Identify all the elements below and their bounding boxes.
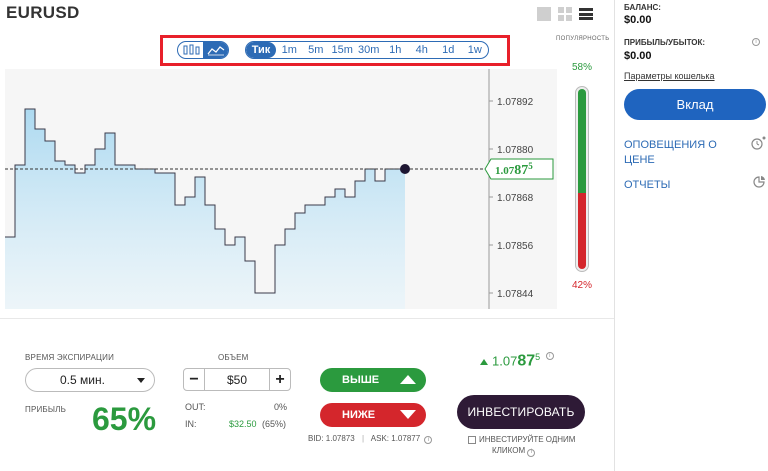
- timeframe-1m[interactable]: 1m: [276, 42, 303, 58]
- ask-value: ASK: 1.07877: [370, 434, 421, 443]
- bid-value: BID: 1.07873: [308, 434, 355, 443]
- timeframe-1d[interactable]: 1d: [435, 42, 462, 58]
- price-area: [5, 109, 405, 309]
- current-price: 1.07875 i: [480, 352, 554, 370]
- bid-ask-info-icon[interactable]: i: [424, 436, 433, 444]
- amount-input[interactable]: $50: [205, 368, 269, 391]
- amount-stepper: − $50 +: [183, 368, 291, 391]
- price-chart[interactable]: 1.07892 1.07880 1.07868 1.07856 1.07844 1.078…: [5, 69, 557, 309]
- out-label: OUT:: [185, 402, 206, 412]
- bid-ask-separator: |: [361, 434, 365, 443]
- y-tick-label: 1.07844: [497, 289, 534, 300]
- pie-chart-icon[interactable]: [752, 175, 766, 189]
- invest-button[interactable]: ИНВЕСТИРОВАТЬ: [457, 395, 585, 429]
- balance-value: $0.00: [624, 14, 652, 26]
- profit-percent: 65%: [92, 401, 157, 437]
- reports-link[interactable]: ОТЧЕТЫ: [624, 178, 670, 193]
- timeframe-4h[interactable]: 4h: [409, 42, 436, 58]
- popularity-up-percent: 58%: [572, 62, 593, 73]
- price-info-icon[interactable]: i: [545, 352, 554, 360]
- chart-type-toggle: [177, 41, 229, 59]
- current-price-dot: [400, 164, 410, 174]
- arrow-up-icon: [400, 375, 416, 384]
- price-chart-svg: 1.07892 1.07880 1.07868 1.07856 1.07844 1.078…: [5, 69, 554, 309]
- in-value: $32.50: [229, 419, 257, 429]
- popularity-down-percent: 42%: [572, 280, 593, 291]
- balance-label: БАЛАНС:: [624, 3, 661, 12]
- increase-amount-button[interactable]: +: [269, 368, 291, 391]
- one-click-line1: ИНВЕСТИРУЙТЕ ОДНИМ: [479, 435, 576, 444]
- line-chart-icon: [207, 46, 224, 56]
- line-chart-toggle[interactable]: [203, 42, 228, 58]
- chevron-down-icon: [137, 378, 145, 383]
- price-up-icon: [480, 358, 488, 365]
- popularity-label: ПОПУЛЯРНОСТЬ: [556, 36, 610, 42]
- one-click-invest[interactable]: ИНВЕСТИРУЙТЕ ОДНИМ КЛИКОМ i: [468, 434, 588, 457]
- in-label: IN:: [185, 419, 197, 429]
- single-view-icon[interactable]: [537, 7, 551, 21]
- price-alerts-line2: ЦЕНЕ: [624, 154, 655, 166]
- alarm-clock-icon[interactable]: [750, 136, 766, 150]
- popularity-bar: [575, 86, 589, 272]
- timeframe-15m[interactable]: 15m: [329, 42, 356, 58]
- trading-app: EURUSD Тик 1m 5m 15m 30m 1h 4h 1d 1w 1.0…: [0, 0, 768, 471]
- profit-label: ПРИБЫЛЬ: [25, 405, 67, 414]
- timeframe-tick[interactable]: Тик: [246, 42, 276, 58]
- candlestick-icon: [183, 44, 199, 55]
- candlestick-toggle[interactable]: [178, 42, 203, 58]
- y-tick-label: 1.07880: [497, 145, 534, 156]
- pnl-info-icon[interactable]: i: [752, 38, 760, 46]
- grid-view-icon[interactable]: [558, 7, 572, 21]
- one-click-line2: КЛИКОМ: [492, 446, 526, 455]
- menu-icon[interactable]: [579, 7, 593, 21]
- timeframe-1h[interactable]: 1h: [382, 42, 409, 58]
- expiry-value: 0.5 мин.: [60, 373, 105, 387]
- higher-button[interactable]: ВЫШЕ: [320, 368, 426, 392]
- wallet-settings-link[interactable]: Параметры кошелька: [624, 71, 715, 81]
- y-tick-label: 1.07856: [497, 241, 534, 252]
- price-sup-digit: 5: [535, 352, 541, 362]
- view-switcher: [537, 7, 593, 21]
- y-tick-label: 1.07868: [497, 193, 534, 204]
- timeframe-30m[interactable]: 30m: [356, 42, 383, 58]
- higher-label: ВЫШЕ: [342, 374, 380, 386]
- current-price-tag: 1.07875: [484, 158, 554, 180]
- sidebar-divider: [614, 0, 615, 471]
- popularity-down-fill: [578, 193, 586, 269]
- timeframe-1w[interactable]: 1w: [462, 42, 489, 58]
- price-main: 1.07: [492, 353, 518, 369]
- lower-button[interactable]: НИЖЕ: [320, 403, 426, 427]
- pnl-label: ПРИБЫЛЬ/УБЫТОК:: [624, 38, 706, 47]
- price-alerts-link[interactable]: ОПОВЕЩЕНИЯ О ЦЕНЕ: [624, 138, 717, 168]
- y-tick-label: 1.07892: [497, 97, 534, 108]
- trade-panel-divider: [0, 318, 614, 319]
- decrease-amount-button[interactable]: −: [183, 368, 205, 391]
- in-percent: (65%): [262, 419, 287, 429]
- bid-ask: BID: 1.07873 | ASK: 1.07877 i: [308, 434, 433, 444]
- expiry-label: ВРЕМЯ ЭКСПИРАЦИИ: [25, 353, 115, 362]
- out-value: 0%: [274, 402, 288, 412]
- one-click-info-icon[interactable]: i: [527, 448, 536, 457]
- popularity-up-fill: [578, 89, 586, 194]
- expiry-select[interactable]: 0.5 мин.: [25, 368, 155, 392]
- symbol-title: EURUSD: [6, 3, 80, 22]
- lower-label: НИЖЕ: [342, 409, 376, 421]
- arrow-down-icon: [400, 410, 416, 419]
- timeframe-5m[interactable]: 5m: [303, 42, 330, 58]
- one-click-checkbox[interactable]: [468, 435, 476, 444]
- price-alerts-line1: ОПОВЕЩЕНИЯ О: [624, 139, 717, 151]
- timeframe-selector: Тик 1m 5m 15m 30m 1h 4h 1d 1w: [245, 41, 489, 59]
- pnl-value: $0.00: [624, 50, 652, 62]
- volume-label: ОБЪЕМ: [218, 353, 249, 362]
- price-big-digits: 87: [517, 352, 536, 370]
- deposit-button[interactable]: Вклад: [624, 89, 766, 120]
